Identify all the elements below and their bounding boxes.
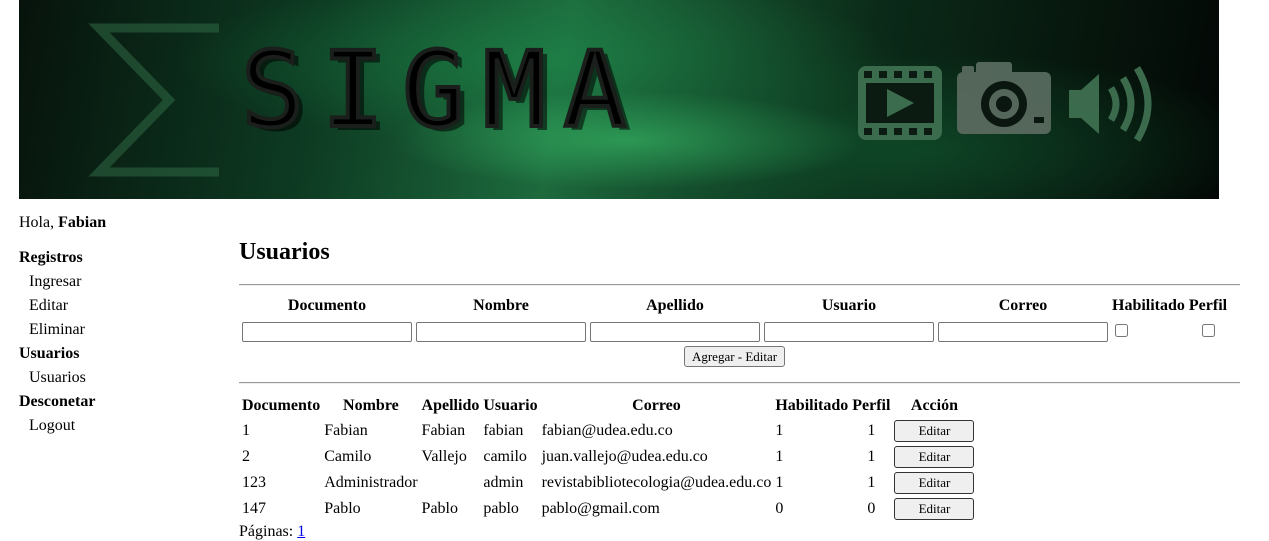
form-header-correo: Correo bbox=[998, 297, 1048, 314]
cell-perfil: 1 bbox=[867, 474, 876, 491]
cell-habilitado: 1 bbox=[775, 448, 784, 465]
cell-apellido: Fabian bbox=[421, 422, 466, 439]
cell-nombre: Pablo bbox=[324, 500, 361, 517]
menu-item-logout[interactable]: Logout bbox=[19, 414, 219, 438]
form-header-nombre: Nombre bbox=[473, 297, 529, 314]
perfil-checkbox[interactable] bbox=[1201, 324, 1215, 337]
cell-documento: 123 bbox=[242, 474, 266, 491]
edit-button[interactable]: Editar bbox=[894, 498, 975, 520]
cell-usuario: fabian bbox=[483, 422, 524, 439]
cell-documento: 1 bbox=[242, 422, 250, 439]
sidebar-menu: Registros Ingresar Editar Eliminar Usuar… bbox=[19, 246, 219, 438]
cell-nombre: Administrador bbox=[324, 474, 418, 491]
col-header-perfil: Perfil bbox=[852, 397, 891, 414]
cell-correo: revistabibliotecologia@udea.edu.co bbox=[541, 474, 772, 491]
col-header-correo: Correo bbox=[632, 397, 681, 414]
form-header-usuario: Usuario bbox=[821, 297, 877, 314]
user-form-table: Documento Nombre Apellido Usuario Correo… bbox=[239, 292, 1230, 370]
header-banner: SIGMA bbox=[19, 0, 1219, 199]
cell-nombre: Camilo bbox=[324, 448, 372, 465]
cell-usuario: camilo bbox=[483, 448, 527, 465]
menu-item-ingresar[interactable]: Ingresar bbox=[19, 270, 219, 294]
table-row: 123 Administrador admin revistabibliotec… bbox=[241, 471, 975, 495]
pagination: Páginas: 1 bbox=[239, 523, 1240, 541]
menu-group-registros: Registros bbox=[19, 249, 83, 266]
menu-item-eliminar[interactable]: Eliminar bbox=[19, 318, 219, 342]
edit-button[interactable]: Editar bbox=[894, 446, 975, 468]
cell-correo: pablo@gmail.com bbox=[541, 500, 660, 517]
cell-habilitado: 1 bbox=[775, 474, 784, 491]
documento-input[interactable] bbox=[242, 321, 412, 342]
banner-title: SIGMA bbox=[239, 29, 645, 151]
cell-documento: 147 bbox=[242, 500, 266, 517]
add-edit-button[interactable]: Agregar - Editar bbox=[683, 346, 786, 367]
cell-perfil: 1 bbox=[867, 422, 876, 439]
divider bbox=[239, 382, 1240, 384]
cell-usuario: pablo bbox=[483, 500, 519, 517]
menu-item-editar[interactable]: Editar bbox=[19, 294, 219, 318]
col-header-nombre: Nombre bbox=[343, 397, 399, 414]
edit-button[interactable]: Editar bbox=[894, 472, 975, 494]
col-header-habilitado: Habilitado bbox=[775, 397, 849, 414]
users-table: Documento Nombre Apellido Usuario Correo… bbox=[239, 393, 977, 523]
camera-icon bbox=[957, 62, 1051, 134]
cell-nombre: Fabian bbox=[324, 422, 368, 439]
habilitado-checkbox[interactable] bbox=[1115, 324, 1128, 337]
cell-apellido bbox=[421, 471, 481, 495]
main-content: Usuarios Documento Nombre Apellido Usuar… bbox=[239, 234, 1240, 541]
form-header-perfil: Perfil bbox=[1188, 297, 1228, 314]
film-play-icon bbox=[858, 66, 942, 140]
col-header-apellido: Apellido bbox=[421, 397, 480, 414]
col-header-usuario: Usuario bbox=[483, 397, 538, 414]
form-header-apellido: Apellido bbox=[646, 297, 704, 314]
greeting: Hola, Fabian bbox=[19, 214, 106, 232]
nombre-input[interactable] bbox=[416, 321, 586, 342]
menu-group-usuarios: Usuarios bbox=[19, 345, 80, 362]
cell-apellido: Pablo bbox=[421, 500, 458, 517]
cell-usuario: admin bbox=[483, 474, 524, 491]
form-header-documento: Documento bbox=[287, 297, 367, 314]
cell-apellido: Vallejo bbox=[421, 448, 467, 465]
speaker-volume-icon bbox=[1069, 66, 1152, 142]
sigma-logo-icon bbox=[88, 23, 219, 177]
table-row: 147 Pablo Pablo pablo pablo@gmail.com 0 … bbox=[241, 497, 975, 521]
form-header-habilitado: Habilitado bbox=[1112, 297, 1185, 314]
cell-perfil: 1 bbox=[867, 448, 876, 465]
page-title: Usuarios bbox=[239, 239, 330, 265]
cell-habilitado: 1 bbox=[775, 422, 784, 439]
menu-item-usuarios[interactable]: Usuarios bbox=[19, 366, 219, 390]
col-header-documento: Documento bbox=[242, 397, 321, 414]
table-row: 1 Fabian Fabian fabian fabian@udea.edu.c… bbox=[241, 419, 975, 443]
pagination-label: Páginas: bbox=[239, 523, 298, 540]
page-link-1[interactable]: 1 bbox=[297, 523, 305, 540]
menu-group-desconetar: Desconetar bbox=[19, 393, 96, 410]
user-form: Documento Nombre Apellido Usuario Correo… bbox=[239, 292, 1240, 370]
table-row: 2 Camilo Vallejo camilo juan.vallejo@ude… bbox=[241, 445, 975, 469]
users-table-header: Documento Nombre Apellido Usuario Correo… bbox=[241, 395, 975, 417]
usuario-input[interactable] bbox=[764, 321, 934, 342]
cell-habilitado: 0 bbox=[775, 500, 784, 517]
greeting-prefix: Hola, bbox=[19, 214, 59, 231]
cell-correo: fabian@udea.edu.co bbox=[541, 422, 673, 439]
correo-input[interactable] bbox=[938, 321, 1108, 342]
cell-documento: 2 bbox=[242, 448, 250, 465]
edit-button[interactable]: Editar bbox=[894, 420, 975, 442]
greeting-user: Fabian bbox=[58, 214, 107, 231]
col-header-accion: Acción bbox=[910, 397, 958, 414]
divider bbox=[239, 284, 1240, 286]
apellido-input[interactable] bbox=[590, 321, 760, 342]
cell-correo: juan.vallejo@udea.edu.co bbox=[541, 448, 708, 465]
cell-perfil: 0 bbox=[867, 500, 876, 517]
